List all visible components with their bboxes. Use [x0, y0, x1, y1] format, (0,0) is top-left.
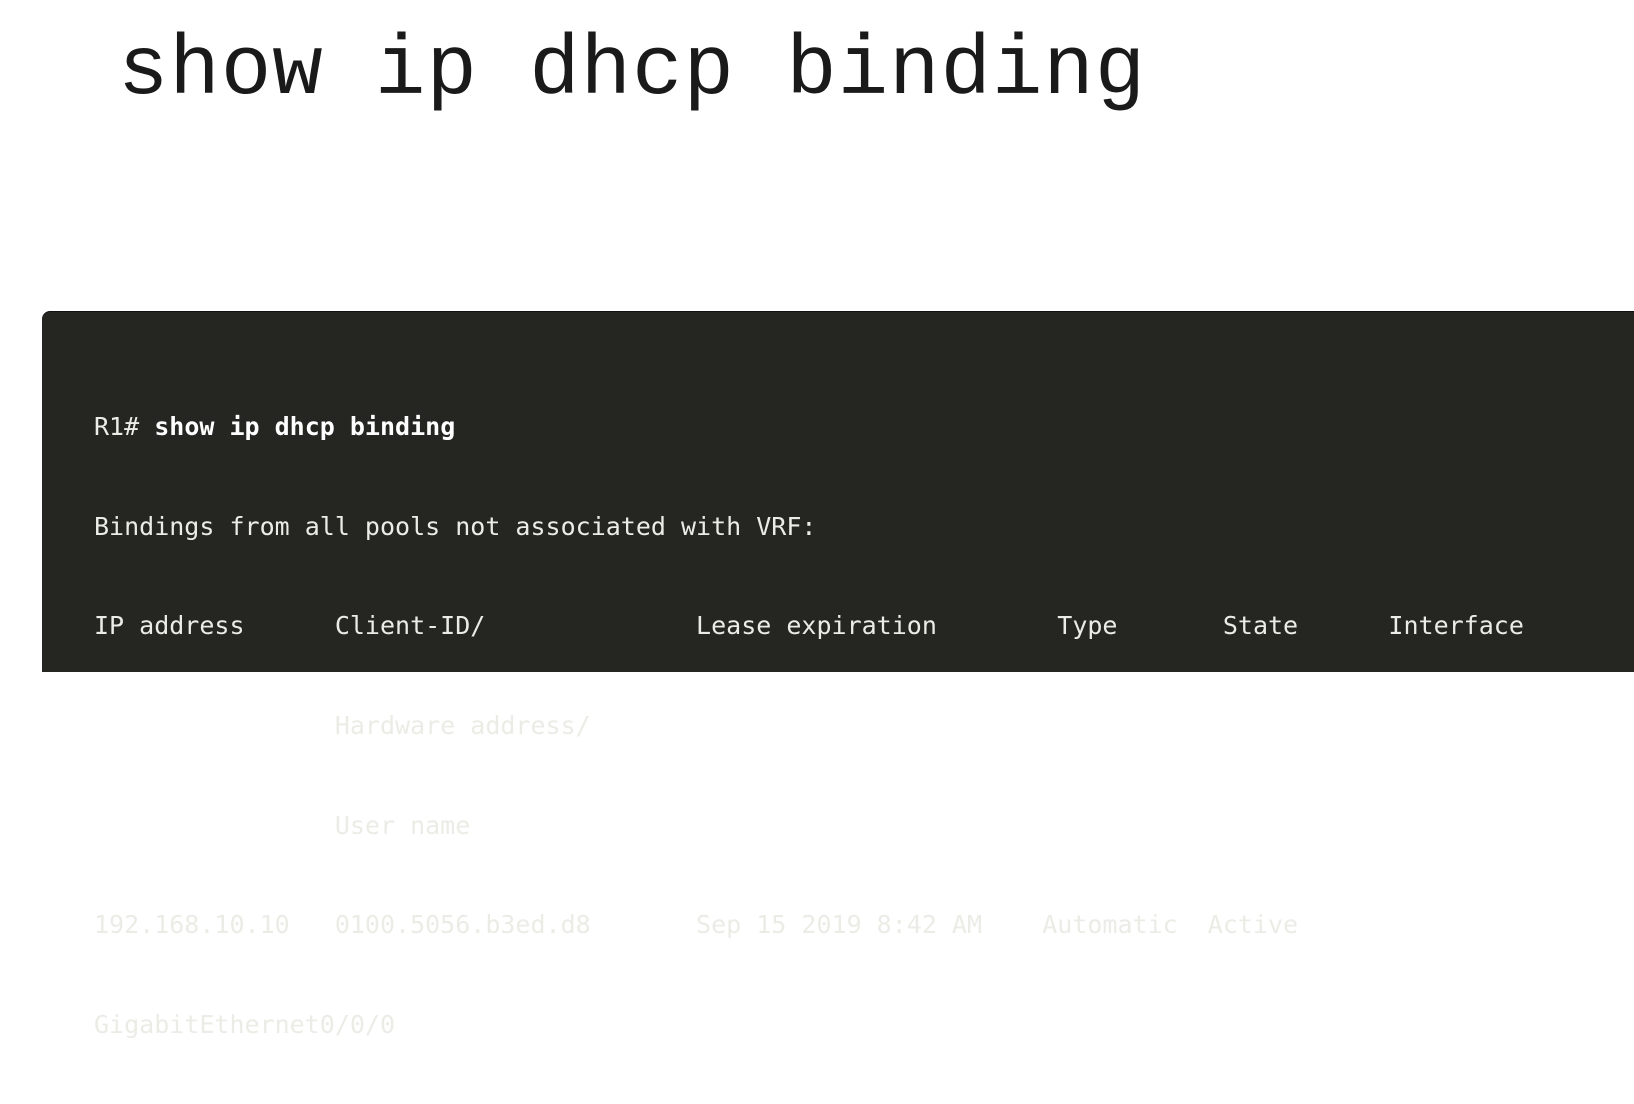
prompt: R1#: [94, 412, 140, 441]
command-text: show ip dhcp binding: [154, 412, 456, 441]
output-line: Bindings from all pools not associated w…: [94, 511, 817, 541]
prompt-line: R1# show ip dhcp binding: [94, 406, 1524, 448]
binding-row: 192.168.10.10 0100.5056.b3ed.d8 Sep 15 2…: [94, 910, 1299, 940]
binding-row-interface: GigabitEthernet0/0/0: [94, 1010, 396, 1040]
table-header-line: Hardware address/: [94, 711, 591, 741]
page-title: show ip dhcp binding: [118, 24, 1147, 119]
table-header-line: User name: [94, 810, 471, 840]
terminal-window[interactable]: R1# show ip dhcp binding Bindings from a…: [42, 312, 1634, 1039]
table-header-line: IP address Client-ID/ Lease expiration T…: [94, 611, 1524, 641]
terminal-output: R1# show ip dhcp binding Bindings from a…: [94, 348, 1524, 1104]
